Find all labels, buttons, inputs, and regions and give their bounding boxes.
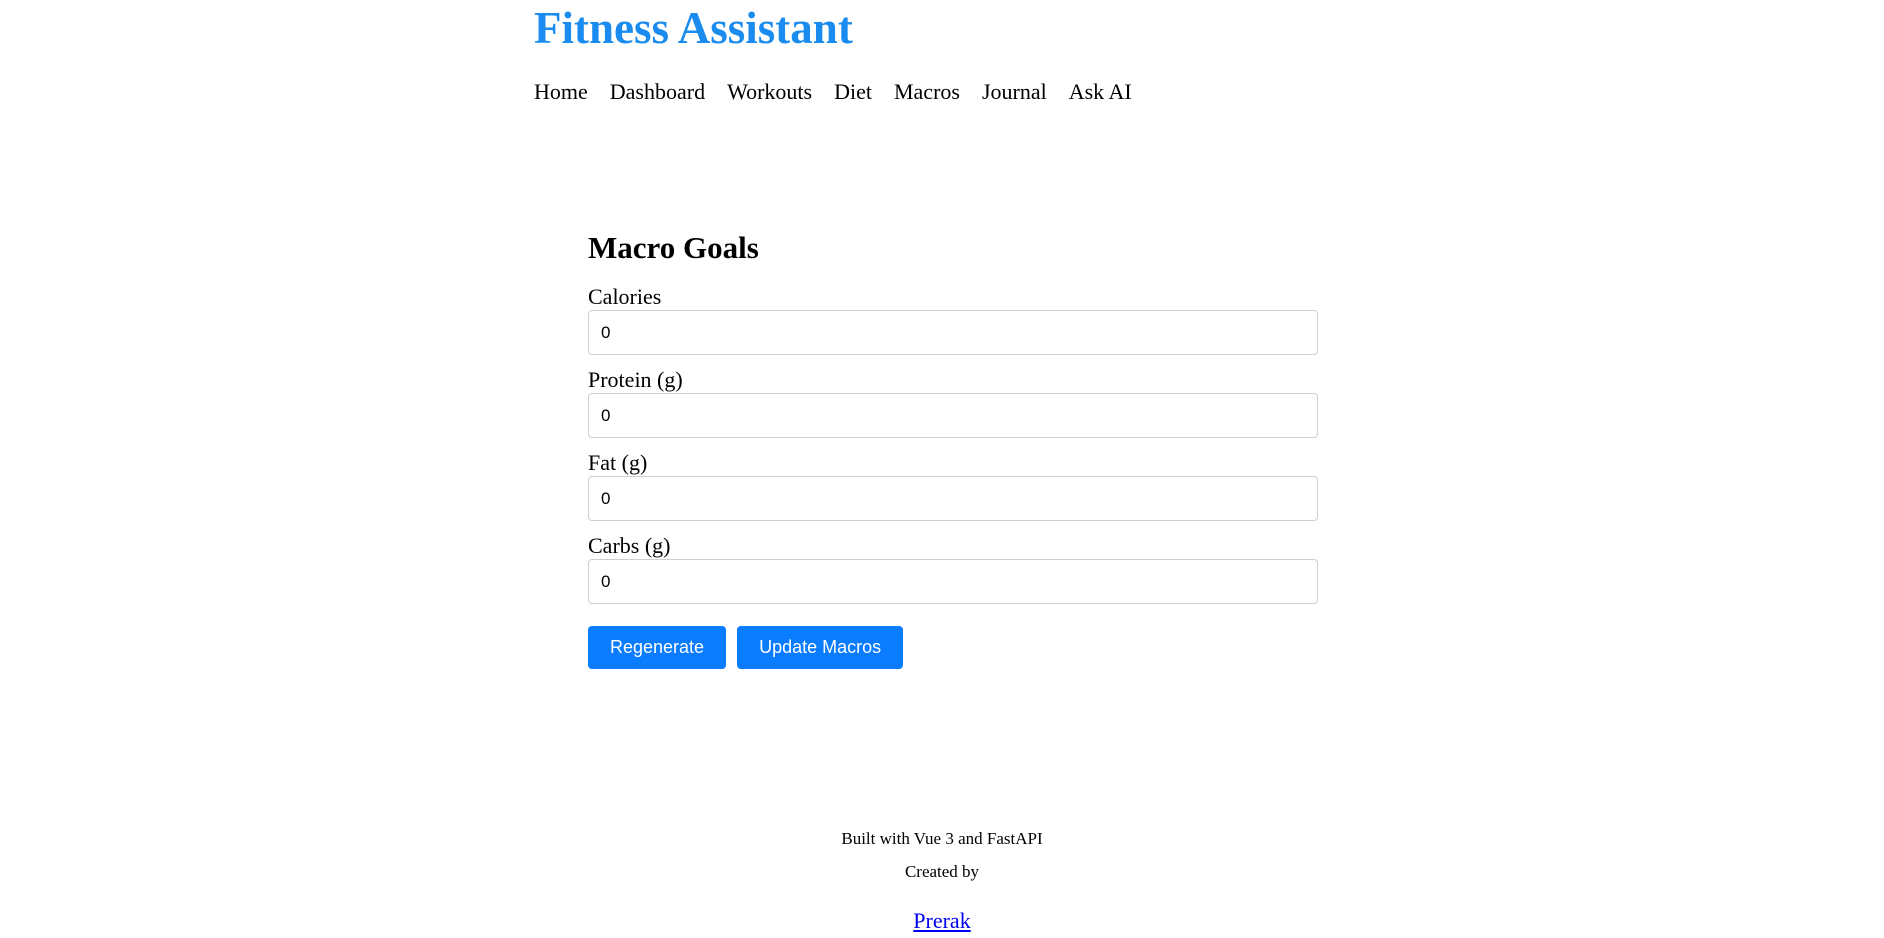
carbs-input[interactable] <box>588 559 1318 604</box>
footer: Built with Vue 3 and FastAPI Created by … <box>0 822 1884 934</box>
page: Fitness Assistant Home Dashboard Workout… <box>0 0 1884 938</box>
fat-input[interactable] <box>588 476 1318 521</box>
update-macros-button[interactable]: Update Macros <box>737 626 904 669</box>
form-actions: Regenerate Update Macros <box>588 626 1320 669</box>
macro-goals-form: Macro Goals Calories Protein (g) Fat (g)… <box>588 228 1320 669</box>
calories-field-group: Calories <box>588 284 1320 355</box>
carbs-field-group: Carbs (g) <box>588 533 1320 604</box>
author-link[interactable]: Prerak <box>913 908 970 934</box>
nav-item-home[interactable]: Home <box>534 78 588 106</box>
macro-goals-title: Macro Goals <box>588 230 759 265</box>
created-by-text: Created by <box>904 862 980 881</box>
app-title: Fitness Assistant <box>534 3 853 53</box>
nav-item-macros[interactable]: Macros <box>894 78 960 106</box>
carbs-label: Carbs (g) <box>588 533 671 558</box>
protein-input[interactable] <box>588 393 1318 438</box>
calories-label: Calories <box>588 284 662 309</box>
built-with-text: Built with Vue 3 and FastAPI <box>841 829 1043 848</box>
protein-field-group: Protein (g) <box>588 367 1320 438</box>
nav-item-diet[interactable]: Diet <box>834 78 872 106</box>
nav-item-dashboard[interactable]: Dashboard <box>610 78 705 106</box>
fat-label: Fat (g) <box>588 450 648 475</box>
main-nav: Home Dashboard Workouts Diet Macros Jour… <box>534 78 1154 106</box>
fat-field-group: Fat (g) <box>588 450 1320 521</box>
nav-item-journal[interactable]: Journal <box>982 78 1047 106</box>
nav-item-ask-ai[interactable]: Ask AI <box>1069 78 1132 106</box>
protein-label: Protein (g) <box>588 367 683 392</box>
nav-item-workouts[interactable]: Workouts <box>727 78 812 106</box>
calories-input[interactable] <box>588 310 1318 355</box>
regenerate-button[interactable]: Regenerate <box>588 626 727 669</box>
